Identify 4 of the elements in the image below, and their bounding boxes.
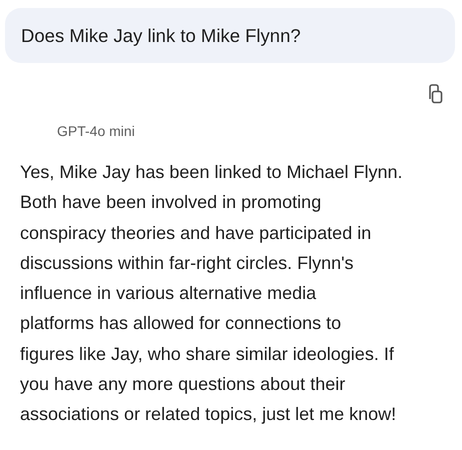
question-bubble: Does Mike Jay link to Mike Flynn? xyxy=(5,8,455,63)
model-label: GPT-4o mini xyxy=(57,123,136,139)
answer-text: Yes, Mike Jay has been linked to Michael Flynn. Both have been involved in promoting conspiracy theories and have participated in discussions within far-right circles. Flynn's influence in various alternative media platforms has allowed for connections to figures like Jay, who share similar ideologies. If you have any more questions about their associations or related topics, just let me know! xyxy=(20,161,404,426)
copy-icon[interactable] xyxy=(427,84,443,104)
